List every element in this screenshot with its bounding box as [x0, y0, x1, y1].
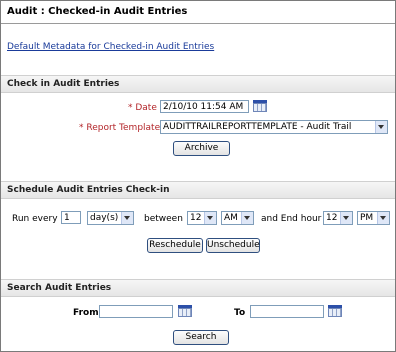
end-ampm-value: PM — [360, 213, 374, 223]
run-every-input[interactable]: 1 — [61, 211, 81, 224]
interval-unit-select[interactable]: day(s) — [87, 211, 134, 225]
schedule-section-title: Schedule Audit Entries Check-in — [7, 185, 170, 195]
unschedule-button[interactable]: Unschedule — [206, 238, 260, 253]
end-hour-value: 12 — [326, 213, 338, 223]
schedule-section-header: Schedule Audit Entries Check-in — [1, 181, 395, 199]
from-label: From — [73, 308, 99, 318]
calendar-icon[interactable] — [178, 305, 192, 317]
to-date-field[interactable] — [250, 305, 324, 318]
search-button[interactable]: Search — [173, 330, 229, 345]
default-metadata-link[interactable]: Default Metadata for Checked-in Audit En… — [7, 42, 214, 52]
from-date-field[interactable] — [99, 305, 173, 318]
chevron-down-icon — [241, 212, 253, 224]
date-label: * Date — [128, 103, 157, 113]
search-section-title: Search Audit Entries — [7, 283, 112, 293]
start-hour-select[interactable]: 12 — [187, 211, 217, 225]
date-field[interactable]: 2/10/10 11:54 AM — [160, 100, 249, 113]
chevron-down-icon — [121, 212, 133, 224]
calendar-icon[interactable] — [328, 305, 342, 317]
search-section-header: Search Audit Entries — [1, 279, 395, 297]
interval-unit-value: day(s) — [90, 213, 119, 223]
chevron-down-icon — [375, 121, 387, 133]
reschedule-button[interactable]: Reschedule — [147, 238, 203, 253]
chevron-down-icon — [204, 212, 216, 224]
end-hour-select[interactable]: 12 — [323, 211, 353, 225]
chevron-down-icon — [340, 212, 352, 224]
chevron-down-icon — [377, 212, 389, 224]
panel-title-bar: Audit : Checked-in Audit Entries — [1, 1, 395, 24]
start-ampm-value: AM — [224, 213, 238, 223]
report-template-label: * Report Template — [79, 123, 161, 133]
calendar-icon[interactable] — [253, 100, 267, 112]
report-template-value: AUDITTRAILREPORTTEMPLATE - Audit Trail — [163, 122, 352, 132]
run-every-label: Run every — [12, 214, 58, 224]
check-in-section-header: Check in Audit Entries — [1, 75, 395, 93]
to-label: To — [234, 308, 246, 318]
between-label: between — [144, 214, 183, 224]
start-ampm-select[interactable]: AM — [221, 211, 254, 225]
archive-button[interactable]: Archive — [173, 141, 230, 156]
start-hour-value: 12 — [190, 213, 202, 223]
end-hour-label: and End hour — [261, 214, 322, 224]
report-template-select[interactable]: AUDITTRAILREPORTTEMPLATE - Audit Trail — [160, 120, 388, 134]
audit-panel: Audit : Checked-in Audit Entries Default… — [0, 0, 396, 352]
check-in-section-title: Check in Audit Entries — [7, 79, 120, 89]
end-ampm-select[interactable]: PM — [357, 211, 390, 225]
page-title: Audit : Checked-in Audit Entries — [7, 6, 188, 17]
